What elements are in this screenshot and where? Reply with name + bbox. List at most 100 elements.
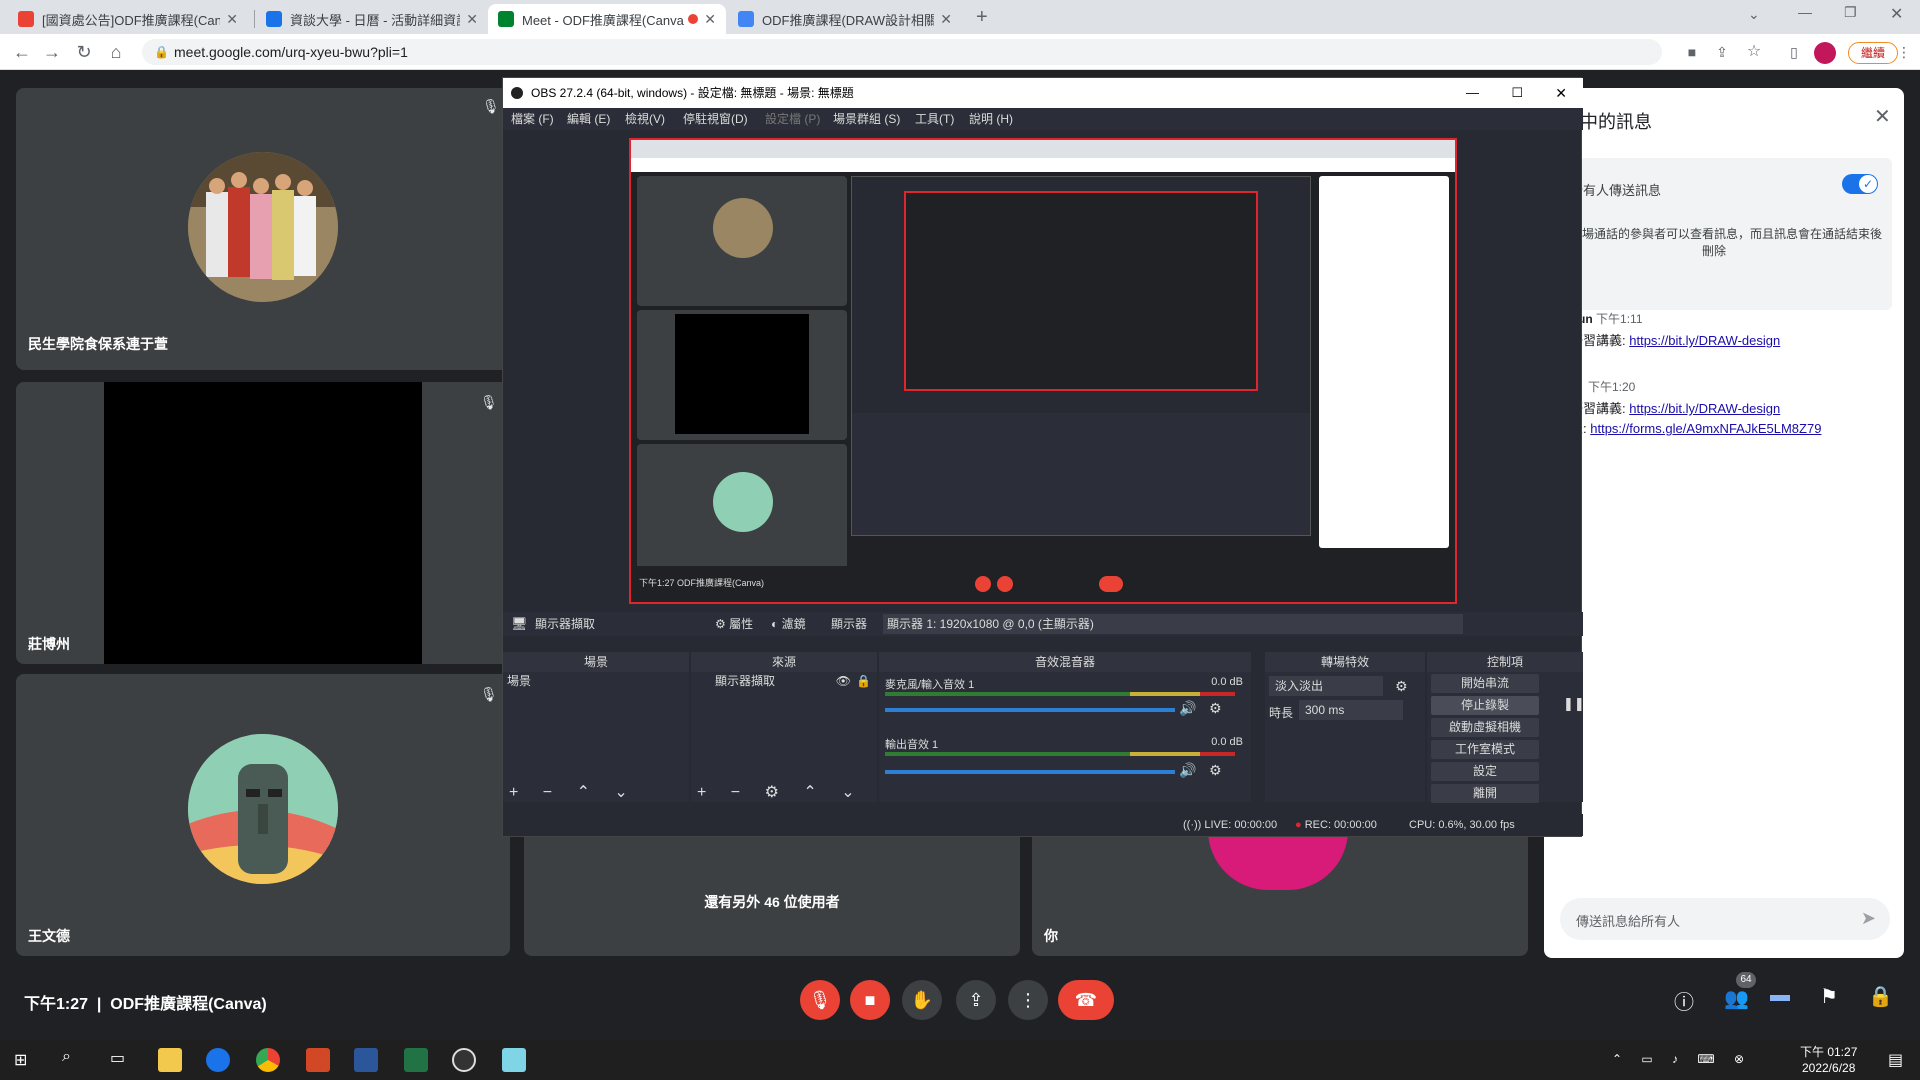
start-icon[interactable]: ⊞ xyxy=(14,1050,27,1070)
info-icon[interactable]: ⓘ xyxy=(1674,986,1694,1015)
message-link[interactable]: https://bit.ly/DRAW-design xyxy=(1629,401,1780,416)
eye-icon[interactable]: 👁 xyxy=(836,672,851,690)
obs-minimize-button[interactable]: — xyxy=(1466,78,1479,108)
settings-button[interactable]: 設定 xyxy=(1431,762,1539,781)
powerpoint-icon[interactable] xyxy=(306,1048,330,1072)
present-button[interactable]: ⇪ xyxy=(956,980,996,1020)
activities-icon[interactable]: ⚑ xyxy=(1820,984,1838,1009)
chat-icon[interactable]: ▬ xyxy=(1770,984,1790,1007)
menu-tools[interactable]: 工具(T) xyxy=(915,108,954,130)
mic-off-button[interactable]: 🎙 xyxy=(800,980,840,1020)
menu-scene-collection[interactable]: 場景群組 (S) xyxy=(833,108,900,130)
close-tab-icon[interactable]: ✕ xyxy=(940,11,952,28)
obs-preview[interactable]: 下午1:27 ODF推廣課程(Canva) xyxy=(629,138,1457,604)
close-tab-icon[interactable]: ✕ xyxy=(226,11,238,28)
raise-hand-button[interactable]: ✋ xyxy=(902,980,942,1020)
output-settings-icon[interactable]: ⚙ xyxy=(1209,762,1222,779)
profile-continue-button[interactable]: 繼續 xyxy=(1848,42,1898,64)
system-tray-icons[interactable]: ⌃ ▭ ♪ ⌨ ⊗ xyxy=(1612,1052,1752,1066)
exit-button[interactable]: 離開 xyxy=(1431,784,1539,803)
display-select[interactable]: 顯示器 1: 1920x1080 @ 0,0 (主顯示器) xyxy=(883,614,1463,634)
notification-icon[interactable]: ▤ xyxy=(1888,1050,1903,1070)
filters-button[interactable]: ◐ 濾鏡 xyxy=(771,612,806,636)
tab-announcement[interactable]: [國資處公告]ODF推廣課程(Canv ✕ xyxy=(8,4,248,34)
speaker-icon[interactable]: 🔊 xyxy=(1179,700,1196,717)
mic-volume-slider[interactable] xyxy=(885,708,1175,712)
people-icon[interactable]: 👥 xyxy=(1724,986,1749,1011)
participant-tile-1[interactable]: 🎙 民生學院食保系連于萱 xyxy=(16,88,510,370)
app-taskbar-icon[interactable] xyxy=(502,1048,526,1072)
properties-button[interactable]: ⚙ 屬性 xyxy=(715,612,753,636)
participant-tile-2[interactable]: 🎙 莊博州 xyxy=(16,382,510,664)
new-tab-button[interactable]: + xyxy=(976,6,988,29)
pause-recording-icon[interactable]: ❚❚ xyxy=(1563,696,1585,712)
chat-input[interactable]: 傳送訊息給所有人 ➤ xyxy=(1560,898,1890,940)
avatar[interactable] xyxy=(1814,42,1836,64)
source-item[interactable]: 顯示器擷取 👁 🔒 xyxy=(691,672,877,690)
word-icon[interactable] xyxy=(354,1048,378,1072)
virtual-camera-button[interactable]: 啟動虛擬相機 xyxy=(1431,718,1539,737)
obs-taskbar-icon[interactable] xyxy=(452,1048,476,1072)
duration-input[interactable]: 300 ms xyxy=(1299,700,1403,720)
excel-icon[interactable] xyxy=(404,1048,428,1072)
scene-item[interactable]: 場景 xyxy=(503,672,689,690)
transition-settings-icon[interactable]: ⚙ xyxy=(1395,678,1408,695)
scenes-toolbar[interactable]: + − ⌃ ⌄ xyxy=(509,782,638,802)
home-icon[interactable]: ⌂ xyxy=(104,40,128,64)
tab-calendar[interactable]: 資談大學 - 日曆 - 活動詳細資訊 ✕ xyxy=(256,4,488,34)
forward-icon[interactable]: → xyxy=(40,40,64,64)
share-icon[interactable]: ⇪ xyxy=(1710,40,1734,64)
participant-tile-3[interactable]: 🎙 王文德 xyxy=(16,674,510,956)
message-link[interactable]: https://forms.gle/A9mxNFAJkE5LM8Z79 xyxy=(1590,421,1821,436)
lock-icon[interactable]: 🔒 xyxy=(856,672,871,690)
obs-close-button[interactable]: ✕ xyxy=(1555,78,1567,108)
reload-icon[interactable]: ↻ xyxy=(72,40,96,64)
file-explorer-icon[interactable] xyxy=(158,1048,182,1072)
send-icon[interactable]: ➤ xyxy=(1861,908,1876,929)
restore-window-button[interactable]: ❐ xyxy=(1844,4,1857,21)
others-tile[interactable]: 還有另外 46 位使用者 xyxy=(524,830,1020,956)
camera-off-button[interactable]: ■ xyxy=(850,980,890,1020)
tab-docs[interactable]: ODF推廣課程(DRAW設計相關產 ✕ xyxy=(728,4,962,34)
menu-docks[interactable]: 停駐視窗(D) xyxy=(683,108,748,130)
obs-maximize-button[interactable]: ☐ xyxy=(1511,78,1523,108)
host-controls-icon[interactable]: 🔒 xyxy=(1868,984,1893,1009)
clock[interactable]: 下午 01:27 2022/6/28 xyxy=(1800,1044,1857,1076)
leave-call-button[interactable]: ☎ xyxy=(1058,980,1114,1020)
self-tile[interactable]: 你 xyxy=(1032,830,1528,956)
menu-edit[interactable]: 編輯 (E) xyxy=(567,108,610,130)
calendar-icon xyxy=(266,11,282,27)
task-view-icon[interactable]: ▭ xyxy=(110,1048,125,1068)
url-input[interactable]: 🔒 meet.google.com/urq-xyeu-bwu?pli=1 xyxy=(142,39,1662,65)
close-tab-icon[interactable]: ✕ xyxy=(466,11,478,28)
close-window-button[interactable]: ✕ xyxy=(1890,4,1903,24)
edge-icon[interactable] xyxy=(206,1048,230,1072)
start-streaming-button[interactable]: 開始串流 xyxy=(1431,674,1539,693)
chrome-menu-icon[interactable]: ⋮ xyxy=(1892,40,1916,64)
transition-select[interactable]: 淡入淡出 xyxy=(1269,676,1383,696)
chrome-icon[interactable] xyxy=(256,1048,280,1072)
menu-profile[interactable]: 設定檔 (P) xyxy=(765,108,820,130)
studio-mode-button[interactable]: 工作室模式 xyxy=(1431,740,1539,759)
close-tab-icon[interactable]: ✕ xyxy=(704,11,716,28)
back-icon[interactable]: ← xyxy=(10,40,34,64)
message-link[interactable]: https://bit.ly/DRAW-design xyxy=(1629,333,1780,348)
output-volume-slider[interactable] xyxy=(885,770,1175,774)
search-icon[interactable]: ⌕ xyxy=(62,1048,71,1066)
minimize-window-button[interactable]: — xyxy=(1798,4,1812,20)
sidepanel-icon[interactable]: ▯ xyxy=(1782,40,1806,64)
menu-help[interactable]: 說明 (H) xyxy=(969,108,1013,130)
tab-search-icon[interactable]: ⌄ xyxy=(1748,6,1760,23)
sources-toolbar[interactable]: + − ⚙ ⌃ ⌄ xyxy=(697,782,865,802)
mic-settings-icon[interactable]: ⚙ xyxy=(1209,700,1222,717)
close-chat-icon[interactable]: ✕ xyxy=(1874,104,1891,129)
more-options-button[interactable]: ⋮ xyxy=(1008,980,1048,1020)
menu-file[interactable]: 檔案 (F) xyxy=(511,108,554,130)
bookmark-star-icon[interactable]: ☆ xyxy=(1742,40,1766,64)
camera-icon[interactable]: ■ xyxy=(1680,40,1704,64)
allow-messages-toggle[interactable]: ✓ xyxy=(1842,174,1878,194)
speaker-icon[interactable]: 🔊 xyxy=(1179,762,1196,779)
stop-recording-button[interactable]: 停止錄製 xyxy=(1431,696,1539,715)
menu-view[interactable]: 檢視(V) xyxy=(625,108,665,130)
tab-meet[interactable]: Meet - ODF推廣課程(Canva) ✕ xyxy=(488,4,726,34)
